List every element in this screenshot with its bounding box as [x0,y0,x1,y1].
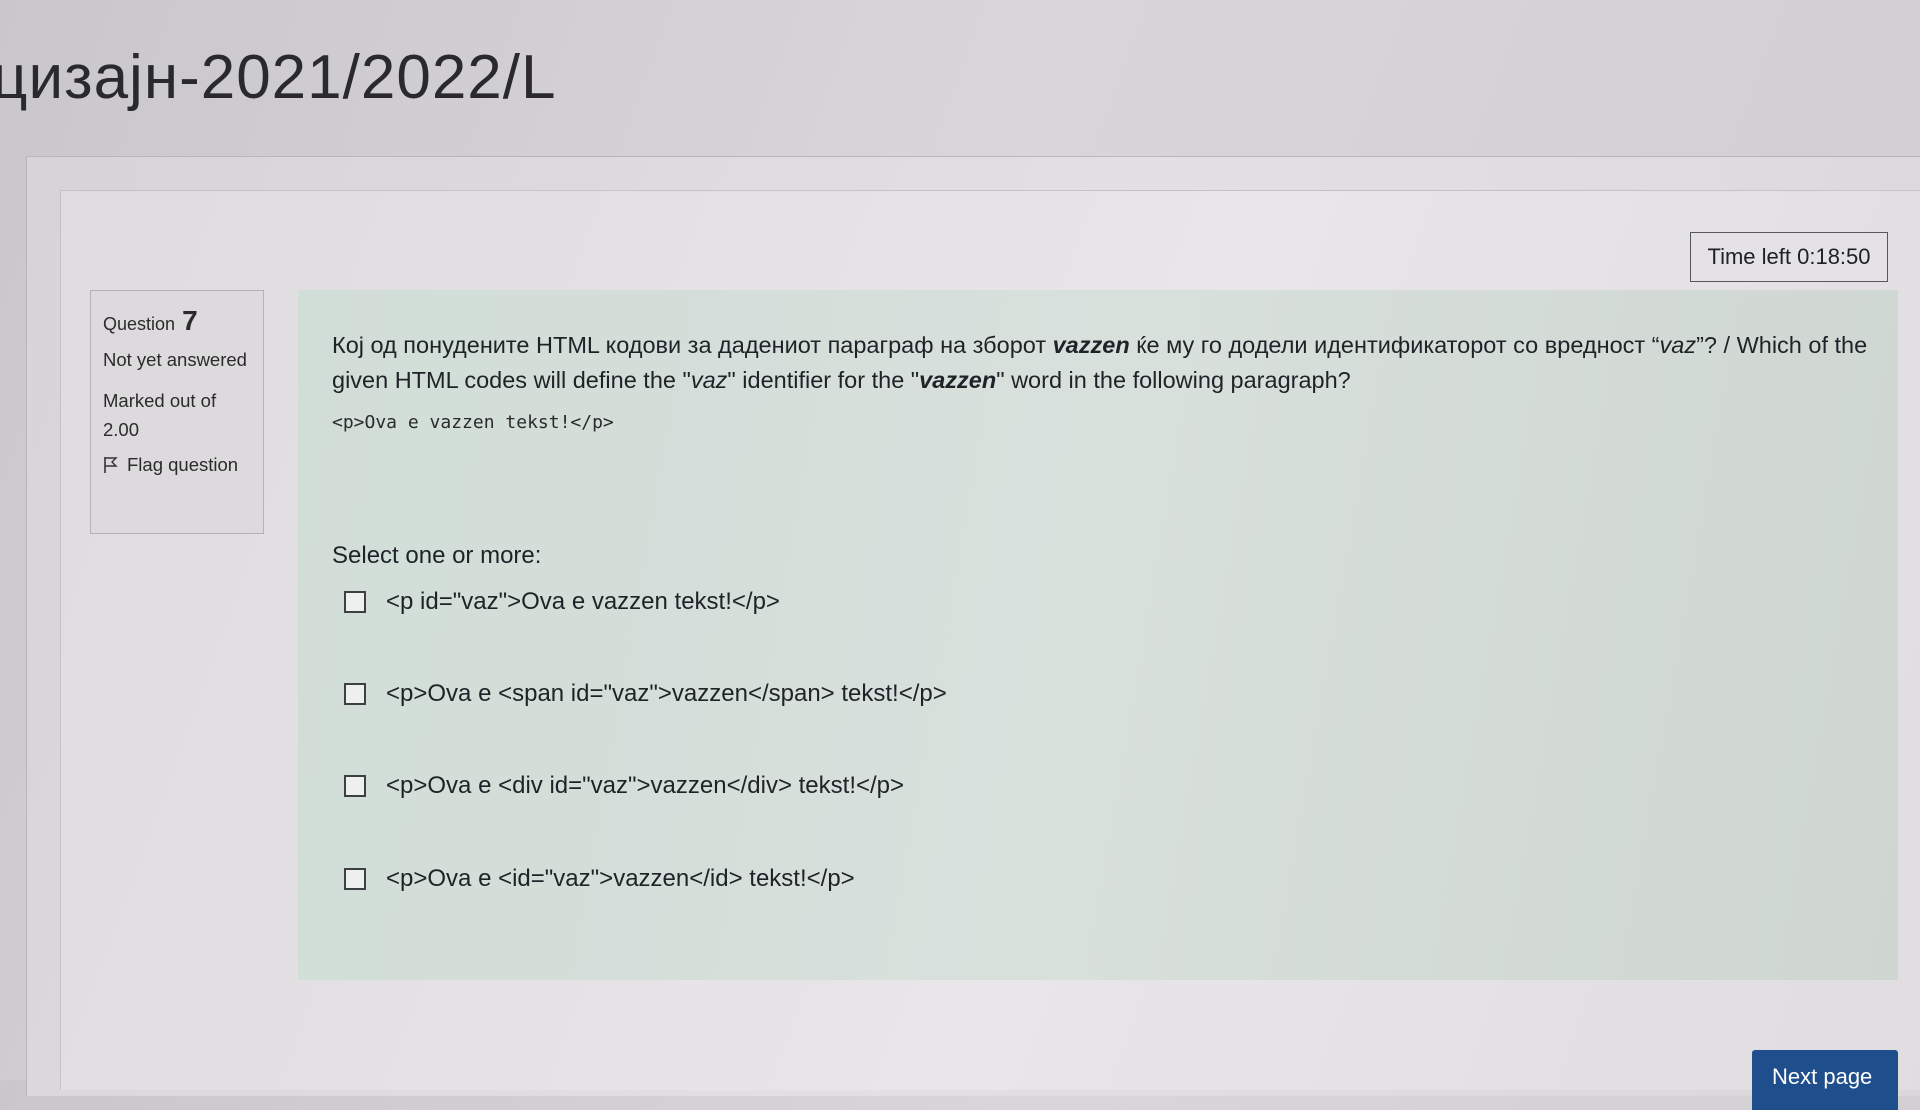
question-emphasis-word: vazzen [919,367,997,393]
flag-icon [104,457,118,473]
question-number: Question 7 [103,305,251,337]
answer-checkbox[interactable] [344,683,366,705]
question-label: Question [103,314,176,334]
flag-question-label: Flag question [127,454,239,475]
question-text: Кој од понудените HTML кодови за даденио… [332,328,1872,398]
question-number-value: 7 [182,305,198,336]
question-grade: Marked out of 2.00 [103,390,217,440]
question-text-part: ќе му го додели идентификаторот со вредн… [1129,332,1660,358]
question-info-box: Question 7 Not yet answered Marked out o… [90,290,264,534]
answer-checkbox[interactable] [344,591,366,613]
question-text-part: " identifier for the " [727,367,920,393]
answer-option[interactable]: <p>Ova e <id="vaz">vazzen</id> tekst!</p… [344,865,855,893]
answer-prompt: Select one or more: [332,542,542,569]
answer-checkbox[interactable] [344,868,366,890]
question-emphasis-word: vazzen [1052,332,1130,358]
answer-option-label: <p>Ova e <div id="vaz">vazzen</div> teks… [386,772,905,799]
question-state: Not yet answered [103,349,247,370]
answer-checkbox[interactable] [344,775,366,797]
flag-question-button[interactable]: Flag question [103,454,251,476]
answer-option-label: <p>Ova e <span id="vaz">vazzen</span> te… [386,680,947,707]
answer-option[interactable]: <p>Ova e <span id="vaz">vazzen</span> te… [344,680,947,708]
page-title: цизајн-2021/2022/L [0,43,557,112]
question-text-part: Кој од понудените HTML кодови за даденио… [332,332,1053,358]
next-page-button[interactable]: Next page [1752,1050,1898,1110]
question-panel: Кој од понудените HTML кодови за даденио… [298,290,1898,980]
answer-option[interactable]: <p id="vaz">Ova e vazzen tekst!</p> [344,588,780,616]
time-left-badge: Time left 0:18:50 [1690,232,1888,282]
question-text-part: " word in the following paragraph? [996,367,1351,393]
answer-option-label: <p id="vaz">Ova e vazzen tekst!</p> [386,588,780,615]
question-emphasis-vaz: vaz [1659,332,1697,358]
answer-option-label: <p>Ova e <id="vaz">vazzen</id> tekst!</p… [386,865,855,892]
question-code-snippet: <p>Ova e vazzen tekst!</p> [332,412,614,433]
question-emphasis-vaz: vaz [690,367,728,393]
answer-option[interactable]: <p>Ova e <div id="vaz">vazzen</div> teks… [344,772,904,800]
